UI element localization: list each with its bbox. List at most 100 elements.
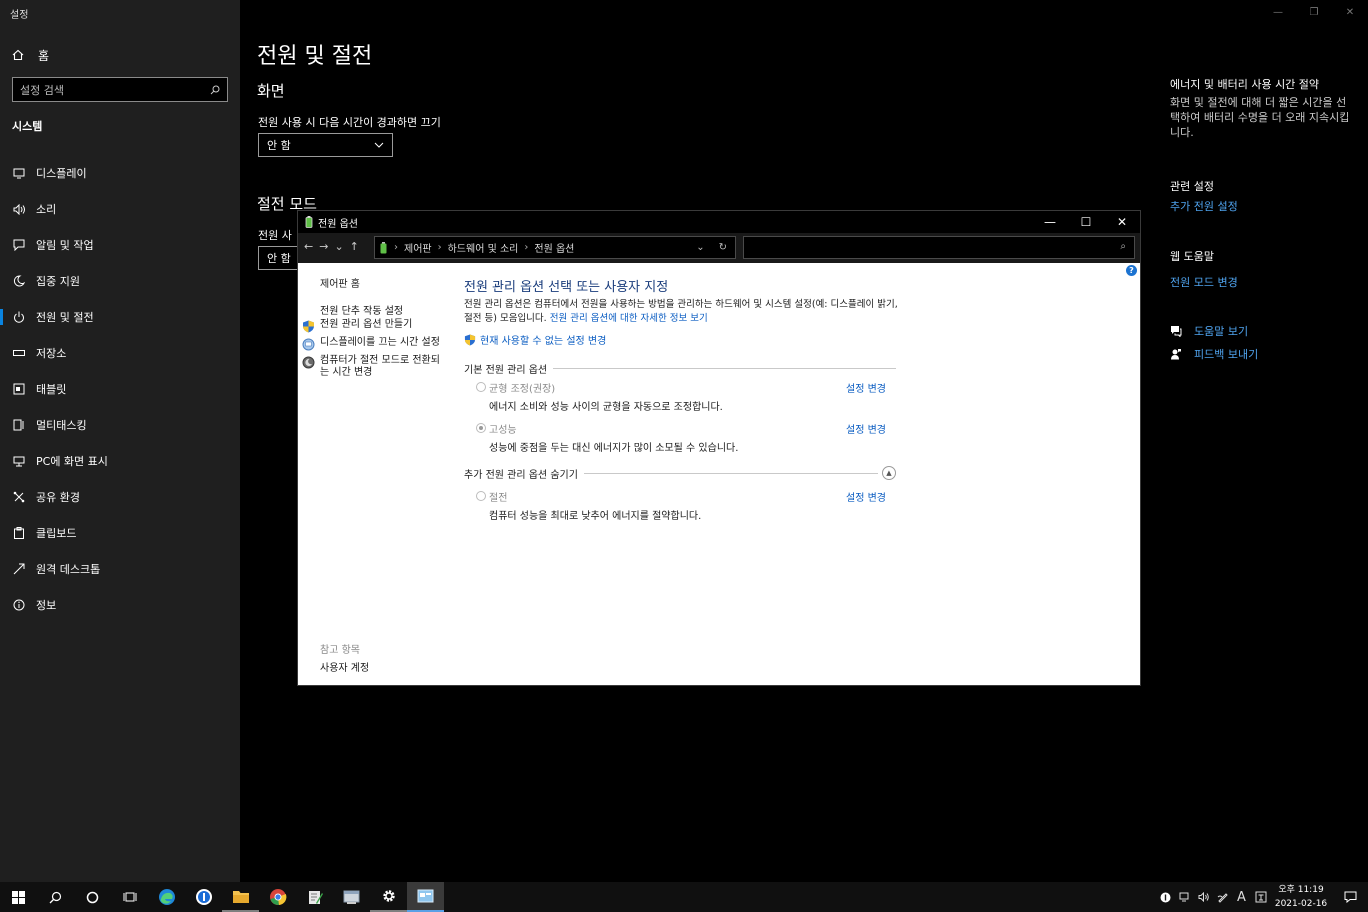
user-accounts-link[interactable]: 사용자 계정 [320,659,369,674]
nav-label: 공유 환경 [36,491,80,504]
feedback-link[interactable]: 피드백 보내기 [1170,346,1258,362]
nav-item-projecting[interactable]: PC에 화면 표시 [0,443,240,479]
address-dropdown-button[interactable]: ⌄ [696,242,704,253]
nav-item-tablet[interactable]: 태블릿 [0,371,240,407]
address-box[interactable]: › 제어판 › 하드웨어 및 소리 › 전원 옵션 ⌄ ↻ [374,236,736,259]
nav-item-display[interactable]: 디스플레이 [0,155,240,191]
power-button-settings-link[interactable]: 전원 단추 작동 설정 [320,302,403,317]
nav-item-remote-desktop[interactable]: 원격 데스크톱 [0,551,240,587]
breadcrumb-item[interactable]: 전원 옵션 [534,240,574,255]
taskbar-chrome[interactable] [259,882,296,912]
monitor-icon [12,166,26,180]
notification-icon [12,238,26,252]
nav-item-about[interactable]: 정보 [0,587,240,623]
tip-text: 화면 및 절전에 대해 더 짧은 시간을 선택하여 배터리 수명을 더 오래 지… [1170,96,1350,139]
tray-1password-icon[interactable] [1156,882,1175,912]
refresh-button[interactable]: ↻ [719,242,727,253]
home-nav-item[interactable]: 홈 [12,46,49,64]
settings-search-input[interactable]: 설정 검색 [12,77,228,102]
start-button[interactable] [0,882,37,912]
get-help-link[interactable]: 도움말 보기 [1170,323,1248,339]
change-plan-settings-link[interactable]: 설정 변경 [846,421,886,436]
nav-item-focus-assist[interactable]: 집중 지원 [0,263,240,299]
nav-item-power-sleep[interactable]: 전원 및 절전 [0,299,240,335]
notification-icon [1344,891,1356,903]
link-label: 디스플레이를 끄는 시간 설정 [320,337,440,348]
change-plan-settings-link[interactable]: 설정 변경 [846,380,886,395]
plan-radio[interactable] [476,423,486,433]
action-center-button[interactable] [1332,882,1368,912]
control-panel-search-input[interactable]: ⌕ [743,236,1135,259]
taskbar-control-panel[interactable] [407,882,444,912]
feedback-label: 피드백 보내기 [1194,348,1259,361]
network-icon[interactable] [1175,882,1194,912]
screen-timeout-dropdown[interactable]: 안 함 [258,133,393,157]
pen-workspace-icon[interactable] [1213,882,1232,912]
notepad-pen-icon [308,891,323,904]
maximize-button[interactable]: ❐ [1296,0,1332,24]
nav-item-notifications[interactable]: 알림 및 작업 [0,227,240,263]
nav-item-shared-experiences[interactable]: 공유 환경 [0,479,240,515]
breadcrumb-item[interactable]: 제어판 [404,240,432,255]
taskbar-system-app[interactable] [333,882,370,912]
breadcrumb-item[interactable]: 하드웨어 및 소리 [448,240,519,255]
ime-mode-icon[interactable] [1251,882,1270,912]
power-window-titlebar: 전원 옵션 — ☐ ✕ [298,211,1140,233]
change-power-mode-link[interactable]: 전원 모드 변경 [1170,274,1238,290]
taskbar-clock[interactable]: 오후 11:19 2021-02-16 [1270,883,1332,911]
taskbar-settings[interactable] [370,882,407,912]
storage-icon [12,346,26,360]
change-unavailable-settings-link[interactable]: 현재 사용할 수 없는 설정 변경 [464,332,606,347]
plan-radio[interactable] [476,382,486,392]
recent-locations-button[interactable]: ⌄ [334,240,343,253]
taskbar-1password[interactable] [185,882,222,912]
speaker-icon [12,202,26,216]
sleep-time-link[interactable]: 컴퓨터가 절전 모드로 전환되는 시간 변경 [302,355,442,379]
folder-icon [232,890,249,903]
taskbar-search-button[interactable] [37,882,74,912]
sleep-timeout-label: 전원 사 [258,229,292,242]
power-main-title: 전원 관리 옵션 선택 또는 사용자 지정 [464,280,669,295]
change-plan-settings-link[interactable]: 설정 변경 [846,489,886,504]
see-also-heading: 참고 항목 [320,645,360,656]
back-button[interactable]: ← [304,240,313,253]
cortana-button[interactable] [74,882,111,912]
nav-item-sound[interactable]: 소리 [0,191,240,227]
help-icon[interactable]: ? [1126,265,1137,276]
get-help-label: 도움말 보기 [1194,325,1249,338]
up-button[interactable]: ↑ [350,240,359,253]
plan-high-performance: 고성능 설정 변경 성능에 중점을 두는 대신 에너지가 많이 소모될 수 있습… [476,421,886,454]
taskbar-edge[interactable] [148,882,185,912]
nav-item-storage[interactable]: 저장소 [0,335,240,371]
task-view-button[interactable] [111,882,148,912]
create-plan-link[interactable]: 전원 관리 옵션 만들기 [302,319,442,333]
more-info-link[interactable]: 전원 관리 옵션에 대한 자세한 정보 보기 [550,313,708,324]
nav-item-multitasking[interactable]: 멀티태스킹 [0,407,240,443]
windows-logo-icon [12,890,25,904]
plan-radio[interactable] [476,491,486,501]
minimize-button[interactable]: — [1260,0,1296,24]
taskbar: A 오후 11:19 2021-02-16 [0,882,1368,912]
taskbar-file-explorer[interactable] [222,882,259,912]
additional-power-settings-link[interactable]: 추가 전원 설정 [1170,198,1238,214]
display-off-time-link[interactable]: 디스플레이를 끄는 시간 설정 [302,337,442,351]
close-button[interactable]: ✕ [1332,0,1368,24]
volume-icon[interactable] [1194,882,1213,912]
tip-heading: 에너지 및 배터리 사용 시간 절약 [1170,78,1320,91]
remote-desktop-icon [12,562,26,576]
collapse-chevron-up-icon[interactable]: ▲ [882,466,896,480]
forward-button[interactable]: → [319,240,328,253]
power-maximize-button[interactable]: ☐ [1068,211,1104,233]
power-minimize-button[interactable]: — [1032,211,1068,233]
taskbar-notepad-app[interactable] [296,882,333,912]
power-icon [12,310,26,324]
display-settings-icon [302,338,315,351]
power-close-button[interactable]: ✕ [1104,211,1140,233]
control-panel-icon [380,241,387,253]
screen-timeout-label: 전원 사용 시 다음 시간이 경과하면 끄기 [258,116,441,129]
dropdown-value: 안 함 [267,252,291,265]
input-method-indicator[interactable]: A [1232,882,1251,912]
control-panel-home-link[interactable]: 제어판 홈 [320,275,360,290]
extra-plans-group-header: 추가 전원 관리 옵션 숨기기 ▲ [464,466,896,481]
nav-item-clipboard[interactable]: 클립보드 [0,515,240,551]
